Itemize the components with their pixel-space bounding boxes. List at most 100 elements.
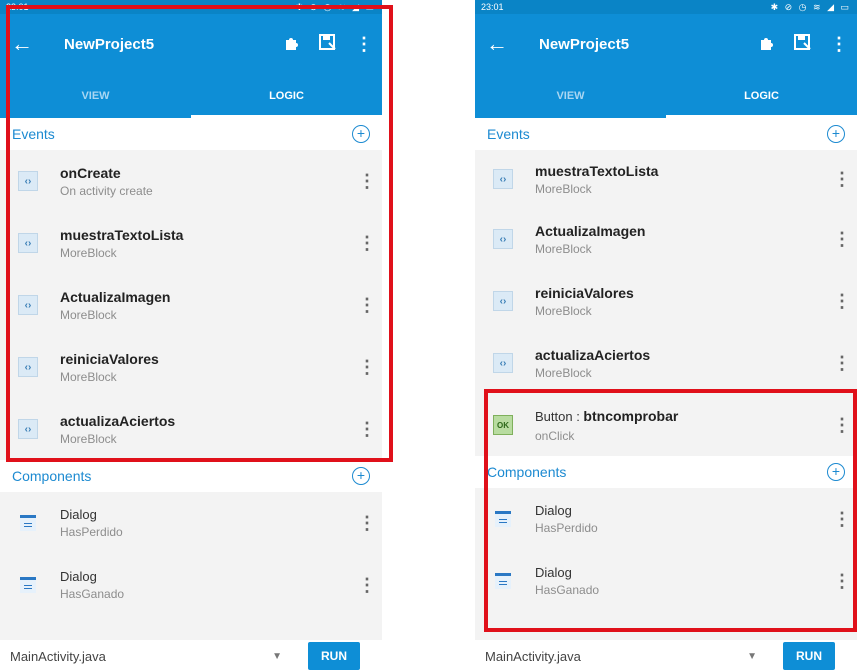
run-button[interactable]: RUN bbox=[308, 642, 360, 670]
dialog-icon bbox=[493, 509, 513, 529]
components-label: Components bbox=[12, 468, 92, 484]
event-title: ActualizaImagen bbox=[60, 288, 171, 305]
tab-logic[interactable]: LOGIC bbox=[666, 74, 857, 118]
events-header: Events + bbox=[475, 118, 857, 150]
event-item[interactable]: ‹› reiniciaValores MoreBlock ⋮ bbox=[0, 336, 382, 398]
tab-view[interactable]: VIEW bbox=[475, 74, 666, 118]
events-label: Events bbox=[487, 126, 530, 142]
event-item[interactable]: ‹› onCreate On activity create ⋮ bbox=[0, 150, 382, 212]
app-bar: ← NewProject5 ⋮ bbox=[475, 14, 857, 74]
event-item[interactable]: ‹› reiniciaValores MoreBlock ⋮ bbox=[475, 270, 857, 332]
tab-logic[interactable]: LOGIC bbox=[191, 74, 382, 118]
components-header: Components + bbox=[475, 456, 857, 488]
component-name: HasGanado bbox=[60, 587, 125, 601]
component-type: Dialog bbox=[535, 565, 572, 580]
puzzle-piece-icon[interactable] bbox=[749, 33, 785, 56]
events-header: Events + bbox=[0, 118, 382, 150]
more-options-icon[interactable]: ⋮ bbox=[352, 514, 382, 532]
more-options-icon[interactable]: ⋮ bbox=[352, 296, 382, 314]
status-time: 23:01 bbox=[481, 2, 504, 12]
add-component-icon[interactable]: + bbox=[352, 467, 370, 485]
code-block-icon: ‹› bbox=[493, 291, 513, 311]
more-vert-icon[interactable]: ⋮ bbox=[821, 34, 857, 55]
bottom-bar: MainActivity.java ▼ RUN bbox=[475, 640, 857, 672]
project-title: NewProject5 bbox=[539, 35, 630, 53]
component-name: HasPerdido bbox=[60, 525, 123, 539]
component-item[interactable]: Dialog HasGanado ⋮ bbox=[0, 554, 382, 616]
save-icon[interactable] bbox=[785, 33, 821, 56]
more-vert-icon[interactable]: ⋮ bbox=[346, 34, 382, 55]
event-widget-name: btncomprobar bbox=[583, 407, 679, 424]
component-type: Dialog bbox=[60, 569, 97, 584]
event-subtitle: onClick bbox=[535, 428, 575, 443]
button-event-item[interactable]: OK Button : btncomprobar onClick ⋮ bbox=[475, 394, 857, 456]
more-options-icon[interactable]: ⋮ bbox=[827, 292, 857, 310]
save-icon[interactable] bbox=[310, 33, 346, 56]
more-options-icon[interactable]: ⋮ bbox=[352, 576, 382, 594]
more-options-icon[interactable]: ⋮ bbox=[352, 172, 382, 190]
event-item[interactable]: ‹› muestraTextoLista MoreBlock ⋮ bbox=[475, 150, 857, 208]
event-subtitle: MoreBlock bbox=[535, 241, 592, 256]
more-options-icon[interactable]: ⋮ bbox=[827, 170, 857, 188]
ok-button-icon: OK bbox=[493, 415, 513, 435]
puzzle-piece-icon[interactable] bbox=[274, 33, 310, 56]
add-event-icon[interactable]: + bbox=[827, 125, 845, 143]
back-arrow-icon[interactable]: ← bbox=[0, 33, 44, 55]
component-item[interactable]: Dialog HasPerdido ⋮ bbox=[475, 488, 857, 550]
file-selector[interactable]: MainActivity.java bbox=[10, 649, 272, 664]
right-phone-screen: 23:01 ✱ ⊘ ◷ ≋ ◢ ▭ ← NewProject5 ⋮ VIEW L… bbox=[475, 0, 857, 672]
event-subtitle: MoreBlock bbox=[60, 369, 117, 384]
status-bar: 23:01 ✱ ⊘ ◷ ≋ ◢ ▭ bbox=[475, 0, 857, 14]
event-item[interactable]: ‹› actualizaAciertos MoreBlock ⋮ bbox=[0, 398, 382, 460]
event-subtitle: MoreBlock bbox=[60, 245, 117, 260]
event-title: actualizaAciertos bbox=[60, 412, 176, 429]
more-options-icon[interactable]: ⋮ bbox=[352, 358, 382, 376]
more-options-icon[interactable]: ⋮ bbox=[827, 354, 857, 372]
more-options-icon[interactable]: ⋮ bbox=[827, 510, 857, 528]
event-title: actualizaAciertos bbox=[535, 346, 651, 363]
back-arrow-icon[interactable]: ← bbox=[475, 33, 519, 55]
more-options-icon[interactable]: ⋮ bbox=[827, 572, 857, 590]
status-icons: ✱ ⊘ ◷ ≋ ◢ ▭ bbox=[295, 1, 376, 12]
file-selector[interactable]: MainActivity.java bbox=[485, 649, 747, 664]
tab-bar: VIEW LOGIC bbox=[0, 74, 382, 118]
bottom-bar: MainActivity.java ▼ RUN bbox=[0, 640, 382, 672]
dropdown-caret-icon[interactable]: ▼ bbox=[747, 651, 757, 662]
code-block-icon: ‹› bbox=[493, 229, 513, 249]
add-component-icon[interactable]: + bbox=[827, 463, 845, 481]
components-label: Components bbox=[487, 464, 567, 480]
dropdown-caret-icon[interactable]: ▼ bbox=[272, 651, 282, 662]
more-options-icon[interactable]: ⋮ bbox=[827, 416, 857, 434]
code-block-icon: ‹› bbox=[18, 419, 38, 439]
event-subtitle: MoreBlock bbox=[535, 181, 592, 196]
status-time: 23:01 bbox=[6, 2, 29, 12]
event-item[interactable]: ‹› ActualizaImagen MoreBlock ⋮ bbox=[0, 274, 382, 336]
component-name: HasPerdido bbox=[535, 521, 598, 535]
event-item[interactable]: ‹› actualizaAciertos MoreBlock ⋮ bbox=[475, 332, 857, 394]
more-options-icon[interactable]: ⋮ bbox=[352, 234, 382, 252]
left-phone-screen: 23:01 ✱ ⊘ ◷ ≋ ◢ ▭ ← NewProject5 ⋮ VIEW L… bbox=[0, 0, 382, 672]
run-button[interactable]: RUN bbox=[783, 642, 835, 670]
components-header: Components + bbox=[0, 460, 382, 492]
app-bar: ← NewProject5 ⋮ bbox=[0, 14, 382, 74]
code-block-icon: ‹› bbox=[18, 357, 38, 377]
component-item[interactable]: Dialog HasPerdido ⋮ bbox=[0, 492, 382, 554]
event-title: muestraTextoLista bbox=[535, 162, 659, 179]
component-item[interactable]: Dialog HasGanado ⋮ bbox=[475, 550, 857, 612]
event-item[interactable]: ‹› muestraTextoLista MoreBlock ⋮ bbox=[0, 212, 382, 274]
dialog-icon bbox=[18, 513, 38, 533]
event-title: reiniciaValores bbox=[535, 284, 634, 301]
component-type: Dialog bbox=[60, 507, 97, 522]
tab-view[interactable]: VIEW bbox=[0, 74, 191, 118]
event-widget-type: Button : bbox=[535, 408, 584, 424]
code-block-icon: ‹› bbox=[18, 171, 38, 191]
event-title: onCreate bbox=[60, 164, 121, 181]
event-subtitle: On activity create bbox=[60, 183, 153, 198]
event-item[interactable]: ‹› ActualizaImagen MoreBlock ⋮ bbox=[475, 208, 857, 270]
add-event-icon[interactable]: + bbox=[352, 125, 370, 143]
event-subtitle: MoreBlock bbox=[60, 431, 117, 446]
tab-bar: VIEW LOGIC bbox=[475, 74, 857, 118]
more-options-icon[interactable]: ⋮ bbox=[827, 230, 857, 248]
more-options-icon[interactable]: ⋮ bbox=[352, 420, 382, 438]
status-icons: ✱ ⊘ ◷ ≋ ◢ ▭ bbox=[770, 1, 851, 12]
